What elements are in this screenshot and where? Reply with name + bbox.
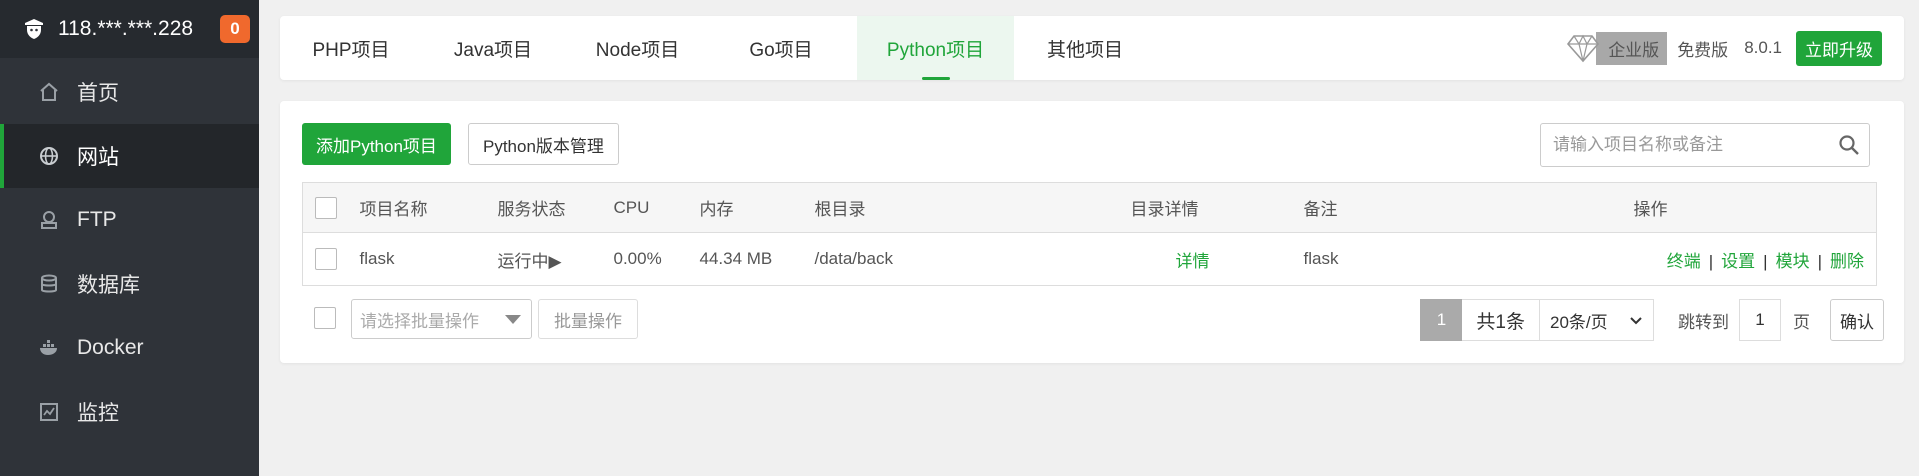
sidebar-item-label: 首页 (77, 82, 119, 105)
tab-php[interactable]: PHP项目 (280, 16, 422, 80)
batch-select-checkbox[interactable] (314, 307, 336, 329)
row-checkbox[interactable] (315, 248, 337, 270)
memory-value: 44.34 MB (699, 232, 815, 286)
cpu-value: 0.00% (613, 232, 700, 286)
docker-icon (38, 337, 60, 359)
confirm-jump-button[interactable]: 确认 (1830, 299, 1884, 341)
settings-link[interactable]: 设置 (1721, 252, 1755, 271)
ftp-icon (38, 209, 60, 231)
col-cpu[interactable]: CPU (613, 182, 700, 233)
project-panel: 添加Python项目 Python版本管理 项目名称 服务状态 CPU 内存 根… (280, 101, 1904, 363)
project-table: 项目名称 服务状态 CPU 内存 根目录 目录详情 备注 操作 flask 运行… (302, 182, 1877, 286)
search-input[interactable] (1541, 125, 1829, 165)
server-ip: 118.***.***.228 (58, 17, 194, 40)
database-icon (38, 273, 60, 295)
diamond-icon (1566, 33, 1600, 63)
free-edition-label[interactable]: 免费版 (1677, 36, 1728, 61)
search-box (1540, 123, 1870, 167)
sidebar-item-docker[interactable]: Docker (0, 316, 259, 380)
pagination: 1 共1条 20条/页 跳转到 1 页 确认 (1420, 299, 1904, 341)
detail-link[interactable]: 详情 (1176, 252, 1210, 271)
sidebar-item-database[interactable]: 数据库 (0, 252, 259, 316)
tab-other[interactable]: 其他项目 (1014, 16, 1156, 80)
table-header-row: 项目名称 服务状态 CPU 内存 根目录 目录详情 备注 操作 (302, 182, 1877, 233)
table-row: flask 运行中▶ 0.00% 44.34 MB /data/back 详情 … (302, 232, 1877, 286)
page-unit-label: 页 (1793, 312, 1810, 332)
batch-operation-button[interactable]: 批量操作 (538, 299, 638, 339)
sidebar-item-label: 网站 (77, 146, 119, 169)
row-actions: 终端 | 设置 | 模块 | 删除 (1633, 232, 1877, 286)
server-header: 118.***.***.228 0 (0, 0, 259, 58)
col-root: 根目录 (814, 182, 1131, 233)
sidebar-item-label: 监控 (77, 402, 119, 425)
jump-page-input[interactable]: 1 (1739, 299, 1781, 341)
modules-link[interactable]: 模块 (1776, 252, 1810, 271)
project-name-link[interactable]: flask (359, 232, 498, 286)
sidebar-item-monitor[interactable]: 监控 (0, 380, 259, 444)
sidebar-item-label: 数据库 (77, 274, 140, 297)
delete-link[interactable]: 删除 (1830, 252, 1864, 271)
sidebar-item-ftp[interactable]: FTP (0, 188, 259, 252)
project-tabs: PHP项目 Java项目 Node项目 Go项目 Python项目 其他项目 企… (280, 16, 1904, 80)
col-status[interactable]: 服务状态 (497, 182, 614, 233)
notification-badge[interactable]: 0 (220, 15, 250, 43)
page-size-value: 20条/页 (1550, 312, 1608, 332)
enterprise-label: 企业版 (1596, 31, 1668, 65)
tab-python[interactable]: Python项目 (857, 16, 1014, 80)
sidebar: 118.***.***.228 0 首页 网站 FTP 数据库 Docker 监… (0, 0, 259, 476)
col-note: 备注 (1303, 182, 1634, 233)
root-dir-link[interactable]: /data/back (814, 232, 1131, 286)
sidebar-item-website[interactable]: 网站 (0, 124, 259, 188)
python-version-manage-button[interactable]: Python版本管理 (468, 123, 619, 165)
caret-down-icon (505, 315, 521, 324)
globe-icon (38, 145, 60, 167)
add-python-project-button[interactable]: 添加Python项目 (302, 123, 451, 165)
sidebar-item-label: Docker (77, 336, 144, 359)
chevron-down-icon (1629, 312, 1643, 332)
col-detail: 目录详情 (1130, 182, 1304, 233)
sidebar-item-home[interactable]: 首页 (0, 60, 259, 124)
col-name[interactable]: 项目名称 (359, 182, 498, 233)
page-size-select[interactable]: 20条/页 (1540, 299, 1654, 341)
upgrade-button[interactable]: 立即升级 (1796, 30, 1882, 66)
col-actions: 操作 (1633, 182, 1877, 233)
panel-logo-icon (22, 17, 46, 41)
version-number[interactable]: 8.0.1 (1744, 38, 1782, 58)
home-icon (38, 81, 60, 103)
col-memory[interactable]: 内存 (699, 182, 815, 233)
search-icon[interactable] (1829, 125, 1869, 165)
version-info: 企业版 免费版 8.0.1 立即升级 (1566, 16, 1904, 80)
enterprise-badge[interactable]: 企业版 (1566, 31, 1668, 65)
terminal-link[interactable]: 终端 (1667, 252, 1701, 271)
tab-node[interactable]: Node项目 (564, 16, 711, 80)
note-value[interactable]: flask (1303, 232, 1634, 286)
page-current[interactable]: 1 (1420, 299, 1463, 341)
jump-label: 跳转到 (1678, 312, 1729, 332)
tab-go[interactable]: Go项目 (711, 16, 851, 80)
total-count: 共1条 (1462, 299, 1540, 341)
batch-select-placeholder: 请选择批量操作 (360, 311, 479, 331)
batch-operation-select[interactable]: 请选择批量操作 (351, 299, 532, 339)
monitor-icon (38, 401, 60, 423)
select-all-checkbox[interactable] (315, 196, 337, 219)
status-running[interactable]: 运行中▶ (497, 232, 614, 286)
tab-java[interactable]: Java项目 (422, 16, 564, 80)
sidebar-item-label: FTP (77, 208, 117, 231)
